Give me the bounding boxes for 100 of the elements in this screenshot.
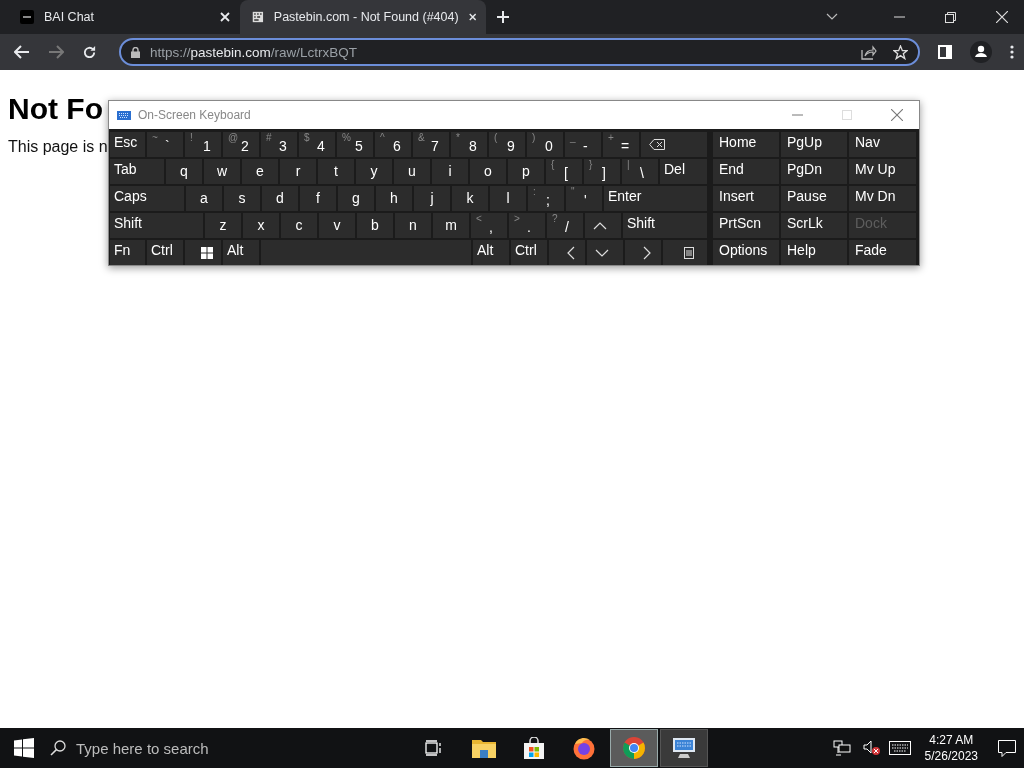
- key[interactable]: z: [205, 213, 241, 238]
- profile-icon[interactable]: [970, 41, 992, 63]
- clock-date[interactable]: 5/26/2023: [924, 748, 978, 764]
- key[interactable]: Ctrl: [511, 240, 547, 265]
- new-tab-icon[interactable]: [496, 10, 510, 24]
- key[interactable]: h: [376, 186, 412, 211]
- search-field[interactable]: Type here to search: [42, 739, 350, 757]
- key[interactable]: t: [318, 159, 354, 184]
- key[interactable]: u: [394, 159, 430, 184]
- side-panel-icon[interactable]: [938, 45, 952, 59]
- reload-icon[interactable]: [82, 44, 97, 60]
- key[interactable]: Home: [713, 132, 779, 157]
- key[interactable]: ! 1: [185, 132, 221, 157]
- taskbar-button[interactable]: [660, 729, 708, 767]
- key[interactable]: r: [280, 159, 316, 184]
- key[interactable]: Help: [781, 240, 847, 265]
- key[interactable]: Esc: [110, 132, 145, 157]
- key[interactable]: Fn: [110, 240, 145, 265]
- key[interactable]: " ': [566, 186, 602, 211]
- close-tab-icon[interactable]: [220, 12, 230, 22]
- key[interactable]: n: [395, 213, 431, 238]
- address-bar[interactable]: https://pastebin.com/raw/LctrxBQT: [119, 38, 920, 66]
- key[interactable]: k: [452, 186, 488, 211]
- key[interactable]: { [: [546, 159, 582, 184]
- keyboard-icon[interactable]: [888, 741, 911, 755]
- key[interactable]: | \: [622, 159, 658, 184]
- key[interactable]: _ -: [565, 132, 601, 157]
- key[interactable]: & 7: [413, 132, 449, 157]
- clock-time[interactable]: 4:27 AM: [929, 732, 974, 748]
- key[interactable]: ) 0: [527, 132, 563, 157]
- key[interactable]: ~ `: [147, 132, 183, 157]
- key[interactable]: ? /: [547, 213, 583, 238]
- windows-logo-icon[interactable]: [14, 738, 34, 758]
- key[interactable]: Insert: [713, 186, 779, 211]
- key[interactable]: PrtScn: [713, 213, 779, 238]
- key[interactable]: f: [300, 186, 336, 211]
- key[interactable]: [641, 132, 707, 157]
- restore-icon[interactable]: [945, 11, 956, 23]
- key[interactable]: Mv Dn: [849, 186, 916, 211]
- key[interactable]: m: [433, 213, 469, 238]
- key[interactable]: @ 2: [223, 132, 259, 157]
- key[interactable]: # 3: [261, 132, 297, 157]
- network-icon[interactable]: [832, 740, 851, 756]
- key[interactable]: v: [319, 213, 355, 238]
- key[interactable]: l: [490, 186, 526, 211]
- key[interactable]: e: [242, 159, 278, 184]
- key[interactable]: Alt: [223, 240, 259, 265]
- key[interactable]: d: [262, 186, 298, 211]
- key[interactable]: w: [204, 159, 240, 184]
- notification-icon[interactable]: [998, 739, 1016, 757]
- key[interactable]: [185, 240, 221, 265]
- key[interactable]: Nav: [849, 132, 916, 157]
- key[interactable]: PgUp: [781, 132, 847, 157]
- key[interactable]: ScrLk: [781, 213, 847, 238]
- key[interactable]: PgDn: [781, 159, 847, 184]
- key[interactable]: y: [356, 159, 392, 184]
- key[interactable]: p: [508, 159, 544, 184]
- key[interactable]: Mv Up: [849, 159, 916, 184]
- key[interactable]: % 5: [337, 132, 373, 157]
- key[interactable]: $ 4: [299, 132, 335, 157]
- key[interactable]: b: [357, 213, 393, 238]
- key[interactable]: * 8: [451, 132, 487, 157]
- key[interactable]: Del: [660, 159, 707, 184]
- key[interactable]: c: [281, 213, 317, 238]
- back-arrow-icon[interactable]: [14, 45, 30, 59]
- key[interactable]: Enter: [604, 186, 707, 211]
- key[interactable]: j: [414, 186, 450, 211]
- key[interactable]: Caps: [110, 186, 184, 211]
- key[interactable]: Pause: [781, 186, 847, 211]
- key[interactable]: o: [470, 159, 506, 184]
- key[interactable]: + =: [603, 132, 639, 157]
- key[interactable]: Shift: [623, 213, 707, 238]
- forward-arrow-icon[interactable]: [48, 45, 64, 59]
- key[interactable]: g: [338, 186, 374, 211]
- share-icon[interactable]: [861, 44, 877, 60]
- key[interactable]: < ,: [471, 213, 507, 238]
- key[interactable]: [663, 240, 707, 265]
- key[interactable]: Ctrl: [147, 240, 183, 265]
- key[interactable]: Alt: [473, 240, 509, 265]
- key[interactable]: Shift: [110, 213, 203, 238]
- key[interactable]: s: [224, 186, 260, 211]
- key[interactable]: ( 9: [489, 132, 525, 157]
- chevron-down-icon[interactable]: [826, 13, 838, 21]
- volume-muted-icon[interactable]: [862, 740, 881, 756]
- key[interactable]: x: [243, 213, 279, 238]
- key[interactable]: } ]: [584, 159, 620, 184]
- key[interactable]: ^ 6: [375, 132, 411, 157]
- star-icon[interactable]: [893, 44, 908, 60]
- browser-tab[interactable]: Pastebin.com - Not Found (#404): [240, 0, 486, 34]
- menu-dots-icon[interactable]: [1010, 45, 1014, 59]
- key[interactable]: i: [432, 159, 468, 184]
- key[interactable]: a: [186, 186, 222, 211]
- key[interactable]: Fade: [849, 240, 916, 265]
- key[interactable]: > .: [509, 213, 545, 238]
- close-tab-icon[interactable]: [468, 12, 476, 22]
- key[interactable]: Options: [713, 240, 779, 265]
- key[interactable]: : ;: [528, 186, 564, 211]
- key[interactable]: Tab: [110, 159, 164, 184]
- key[interactable]: End: [713, 159, 779, 184]
- key[interactable]: q: [166, 159, 202, 184]
